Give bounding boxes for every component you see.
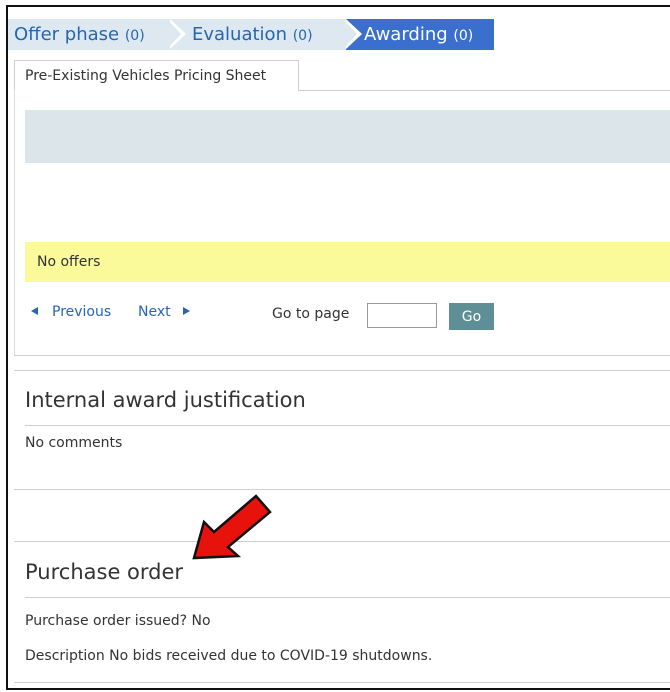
- step-awarding-label: Awarding: [364, 24, 448, 45]
- goto-page-input[interactable]: [367, 303, 437, 328]
- screenshot-border: [6, 5, 670, 690]
- divider: [14, 541, 670, 542]
- divider: [14, 682, 670, 683]
- step-awarding[interactable]: Awarding (0): [346, 19, 494, 50]
- pagination: Previous Next Go to page Go: [25, 300, 525, 330]
- step-chevron: [343, 19, 357, 49]
- offers-table-header: [25, 110, 670, 163]
- goto-page-label: Go to page: [272, 306, 350, 322]
- step-evaluation-count: (0): [292, 28, 313, 44]
- divider: [14, 355, 670, 356]
- divider: [25, 597, 670, 598]
- divider: [14, 489, 670, 490]
- previous-label: Previous: [52, 304, 112, 320]
- purchase-order-issued: Purchase order issued? No: [25, 613, 211, 629]
- purchase-order-description: Description No bids received due to COVI…: [25, 648, 433, 664]
- phase-steps: Offer phase (0) Evaluation (0) Awarding …: [8, 19, 494, 50]
- arrow-left-icon: [31, 307, 38, 315]
- tab-pricing-sheet[interactable]: Pre-Existing Vehicles Pricing Sheet: [14, 60, 299, 91]
- arrow-right-icon: [182, 307, 190, 315]
- previous-link[interactable]: Previous: [31, 304, 111, 320]
- step-evaluation-label: Evaluation: [192, 24, 287, 45]
- divider: [25, 425, 670, 426]
- step-offer-phase[interactable]: Offer phase (0): [8, 19, 170, 50]
- step-offer-count: (0): [124, 28, 145, 44]
- content-border: [14, 90, 15, 355]
- next-label: Next: [138, 304, 171, 320]
- go-button[interactable]: Go: [449, 303, 494, 330]
- tab-baseline: [298, 90, 670, 91]
- red-annotation-arrow-icon: [192, 494, 272, 560]
- purchase-order-title: Purchase order: [25, 560, 184, 584]
- step-chevron: [167, 19, 181, 49]
- step-offer-label: Offer phase: [14, 24, 120, 45]
- no-offers-notice: No offers: [25, 242, 670, 282]
- next-link[interactable]: Next: [138, 304, 190, 320]
- justification-title: Internal award justification: [25, 388, 306, 412]
- justification-comment: No comments: [25, 435, 123, 451]
- divider: [14, 370, 670, 371]
- step-evaluation[interactable]: Evaluation (0): [170, 19, 346, 50]
- step-awarding-count: (0): [453, 28, 474, 44]
